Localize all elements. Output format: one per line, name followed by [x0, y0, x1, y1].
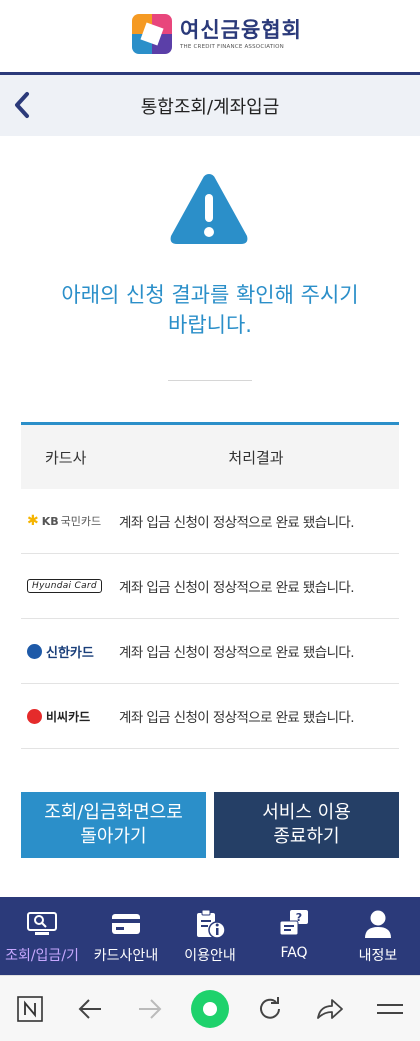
- nav-label-faq: FAQ: [280, 945, 308, 961]
- bc-emblem-icon: [27, 708, 42, 724]
- kb-logo-subtext: 국민카드: [60, 515, 102, 528]
- result-text: 계좌 입금 신청이 정상적으로 완료 됐습니다.: [119, 515, 355, 531]
- page-title: 통합조회/계좌입금: [140, 96, 280, 118]
- table-header: 카드사 처리결과: [21, 425, 399, 489]
- logo-mark-icon: [132, 14, 172, 54]
- hyundai-logo-text: Hyundai Card: [27, 579, 102, 593]
- shinhan-emblem-icon: [27, 643, 42, 659]
- result-text: 계좌 입금 신청이 정상적으로 완료 됐습니다.: [119, 580, 355, 596]
- hyundai-card-logo: Hyundai Card: [21, 579, 119, 593]
- back-button[interactable]: [8, 87, 36, 123]
- return-button-line-2: 돌아가기: [80, 826, 147, 847]
- logo-subtitle: THE CREDIT FINANCE ASSOCIATION: [180, 44, 284, 50]
- browser-toolbar: [0, 975, 420, 1041]
- shinhan-card-logo: 신한카드: [21, 642, 119, 661]
- table-row: Hyundai Card 계좌 입금 신청이 정상적으로 완료 됐습니다.: [21, 554, 399, 619]
- end-button-line-1: 서비스 이용: [262, 802, 351, 823]
- menu-button[interactable]: [370, 989, 410, 1029]
- title-bar: 통합조회/계좌입금: [0, 72, 420, 136]
- nav-label-my-info: 내정보: [358, 948, 398, 964]
- result-text: 계좌 입금 신청이 정상적으로 완료 됐습니다.: [119, 710, 355, 726]
- result-text: 계좌 입금 신청이 정상적으로 완료 됐습니다.: [119, 645, 355, 661]
- bc-logo-text: 비씨카드: [46, 709, 91, 724]
- table-row: 신한카드 계좌 입금 신청이 정상적으로 완료 됐습니다.: [21, 619, 399, 684]
- warning-icon: [167, 170, 251, 248]
- column-header-result: 처리결과: [228, 448, 284, 467]
- result-table: 카드사 처리결과 ✱ KB 국민카드 계좌 입금 신청이 정상적으로 완료 됐습…: [21, 422, 399, 749]
- person-icon: [364, 909, 392, 939]
- naver-home-button[interactable]: [10, 989, 50, 1029]
- monitor-search-icon: [26, 909, 58, 939]
- bc-card-logo: 비씨카드: [21, 708, 119, 725]
- end-service-button[interactable]: 서비스 이용 종료하기: [214, 792, 399, 858]
- nav-item-faq[interactable]: ? FAQ: [252, 897, 336, 975]
- nav-item-inquiry[interactable]: 조회/입금/기: [0, 897, 84, 975]
- naver-n-icon: [17, 995, 43, 1022]
- nav-item-usage-guide[interactable]: 이용안내: [168, 897, 252, 975]
- arrow-right-icon: [139, 998, 162, 1019]
- browser-forward-button[interactable]: [130, 989, 170, 1029]
- reload-button[interactable]: [250, 989, 290, 1029]
- column-header-company: 카드사: [45, 448, 87, 467]
- bottom-navigation: 조회/입금/기 카드사안내 이용안내 ? FAQ 내정보: [0, 897, 420, 975]
- clipboard-info-icon: [194, 909, 226, 939]
- divider: [168, 380, 252, 381]
- kb-star-icon: ✱: [27, 513, 39, 529]
- nav-label-inquiry: 조회/입금/기: [5, 948, 79, 964]
- association-logo[interactable]: 여신금융협회 THE CREDIT FINANCE ASSOCIATION: [132, 14, 302, 54]
- chevron-left-icon: [15, 92, 29, 118]
- table-row: ✱ KB 국민카드 계좌 입금 신청이 정상적으로 완료 됐습니다.: [21, 489, 399, 554]
- nav-label-card-companies: 카드사안내: [93, 948, 159, 964]
- kb-logo-text: KB: [41, 514, 59, 528]
- share-button[interactable]: [310, 989, 350, 1029]
- green-dot-icon: [191, 989, 229, 1028]
- shinhan-logo-text: 신한카드: [46, 645, 94, 661]
- hamburger-menu-icon: [377, 1003, 403, 1014]
- green-dot-button[interactable]: [190, 989, 230, 1029]
- card-icon: [111, 909, 141, 939]
- arrow-left-icon: [78, 998, 101, 1019]
- notice-line-1: 아래의 신청 결과를 확인해 주시기: [61, 283, 359, 307]
- result-notice: 아래의 신청 결과를 확인해 주시기 바랍니다.: [20, 280, 400, 340]
- logo-title: 여신금융협회: [180, 18, 302, 42]
- app-header: 여신금융협회 THE CREDIT FINANCE ASSOCIATION: [0, 0, 420, 72]
- return-to-inquiry-button[interactable]: 조회/입금화면으로 돌아가기: [21, 792, 206, 858]
- reload-icon: [260, 996, 280, 1019]
- kb-card-logo: ✱ KB 국민카드: [21, 513, 119, 529]
- faq-icon: ?: [278, 909, 310, 939]
- return-button-line-1: 조회/입금화면으로: [44, 802, 183, 823]
- nav-item-my-info[interactable]: 내정보: [336, 897, 420, 975]
- end-button-line-2: 종료하기: [273, 826, 340, 847]
- nav-item-card-companies[interactable]: 카드사안내: [84, 897, 168, 975]
- table-row: 비씨카드 계좌 입금 신청이 정상적으로 완료 됐습니다.: [21, 684, 399, 749]
- notice-line-2: 바랍니다.: [168, 313, 252, 337]
- browser-back-button[interactable]: [70, 989, 110, 1029]
- nav-label-usage-guide: 이용안내: [184, 948, 236, 964]
- share-arrow-icon: [317, 998, 343, 1019]
